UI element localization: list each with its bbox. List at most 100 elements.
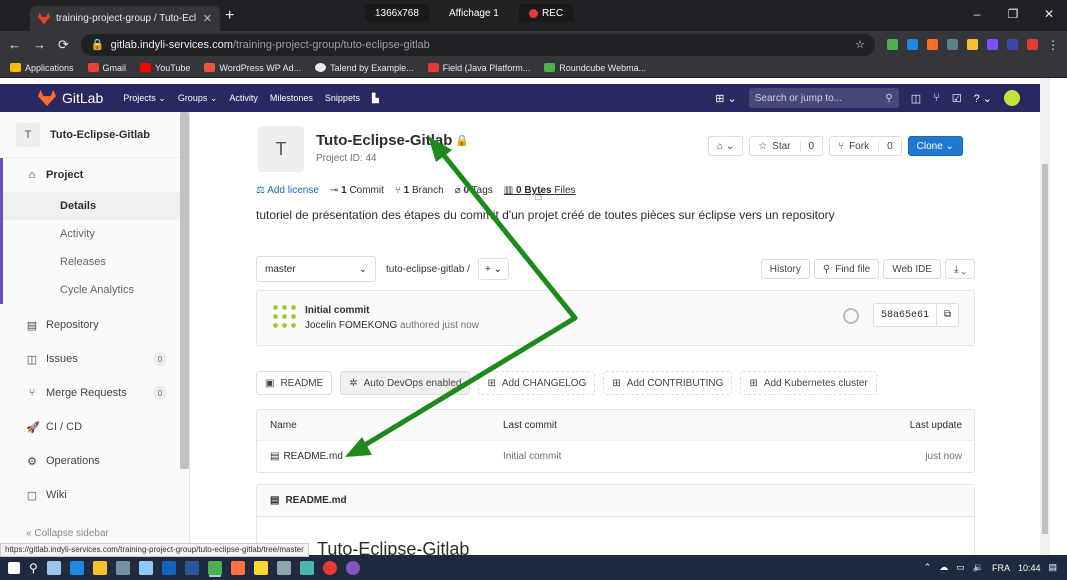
chrome-icon[interactable] xyxy=(207,560,222,575)
bookmark-applications[interactable]: Applications xyxy=(10,63,74,73)
cloud-icon[interactable]: ☁ xyxy=(939,562,948,573)
file-name[interactable]: README.md xyxy=(283,451,342,462)
bookmark-field-java[interactable]: Field (Java Platform... xyxy=(427,63,530,73)
language-indicator[interactable]: FRA xyxy=(992,563,1010,573)
gitlab-logo[interactable]: GitLab xyxy=(0,90,103,106)
mail-icon[interactable] xyxy=(138,560,153,575)
clone-button[interactable]: Clone ⌄ xyxy=(907,136,963,156)
firefox-icon[interactable] xyxy=(230,560,245,575)
nav-projects[interactable]: Projects ⌄ xyxy=(123,93,166,104)
collapse-sidebar-button[interactable]: « Collapse sidebar xyxy=(26,528,109,539)
pipeline-status-icon[interactable] xyxy=(843,308,859,324)
sidebar-scrollbar[interactable] xyxy=(180,112,189,469)
notifications-icon[interactable]: ▤ xyxy=(1048,562,1057,573)
branch-select[interactable]: master ⌄ xyxy=(256,256,376,282)
word-icon[interactable] xyxy=(184,560,199,575)
star-button[interactable]: ☆ Star 0 xyxy=(749,136,824,156)
add-file-dropdown[interactable]: + ⌄ xyxy=(477,258,509,280)
bookmark-star-icon[interactable]: ☆ xyxy=(855,38,865,51)
commit-author[interactable]: Jocelin FOMEKONG xyxy=(305,320,397,331)
history-button[interactable]: History xyxy=(760,259,810,279)
url-input[interactable]: 🔒 gitlab.indyli-services.com/training-pr… xyxy=(80,33,875,56)
volume-icon[interactable]: 🔉 xyxy=(973,562,984,573)
extension-icon[interactable] xyxy=(887,39,898,50)
nav-activity[interactable]: Activity xyxy=(229,93,258,104)
sidebar-project-header[interactable]: T Tuto-Eclipse-Gitlab xyxy=(0,112,189,158)
add-license-link[interactable]: ⚖ Add license xyxy=(256,185,319,196)
commit-sha-text[interactable]: 58a65e61 xyxy=(874,310,936,321)
recorder-rec[interactable]: REC xyxy=(518,4,574,22)
maximize-button[interactable]: ❐ xyxy=(995,0,1031,31)
edge-icon[interactable] xyxy=(69,560,84,575)
task-view-icon[interactable] xyxy=(46,560,61,575)
sidebar-sub-cycle-analytics[interactable]: Cycle Analytics xyxy=(0,276,189,304)
sidebar-item-repository[interactable]: ▤ Repository xyxy=(0,308,189,342)
app-icon[interactable] xyxy=(345,560,360,575)
extension-icon[interactable] xyxy=(1007,39,1018,50)
files-link[interactable]: ▥ 0 Bytes Files xyxy=(504,185,576,196)
sidebar-sub-activity[interactable]: Activity xyxy=(0,220,189,248)
commits-link[interactable]: ⊸ 1 Commit xyxy=(330,185,384,196)
new-plus-icon[interactable]: ⊞ ⌄ xyxy=(715,92,737,105)
extension-icon[interactable] xyxy=(1027,39,1038,50)
sidebar-sub-releases[interactable]: Releases xyxy=(0,248,189,276)
issues-icon[interactable]: ◫ xyxy=(911,92,921,105)
menu-kebab-icon[interactable]: ⋮ xyxy=(1047,38,1059,52)
minimize-button[interactable]: – xyxy=(959,0,995,31)
branches-link[interactable]: ⑂ 1 Branch xyxy=(395,185,444,196)
bookmark-youtube[interactable]: YouTube xyxy=(140,63,190,73)
sidebar-item-project[interactable]: ⌂ Project xyxy=(0,158,189,192)
notification-button[interactable]: ⌂ ⌄ xyxy=(708,136,744,156)
notes-icon[interactable] xyxy=(253,560,268,575)
file-name-cell[interactable]: ▤ README.md xyxy=(257,451,503,462)
add-changelog-button[interactable]: ⊞ Add CHANGELOG xyxy=(478,371,596,395)
sidebar-item-ci-cd[interactable]: 🚀 CI / CD xyxy=(0,410,189,444)
readme-button[interactable]: ▣ README xyxy=(256,371,333,395)
reload-icon[interactable]: ⟳ xyxy=(58,37,69,53)
breadcrumb[interactable]: tuto-eclipse-gitlab / xyxy=(386,264,470,275)
sidebar-sub-details[interactable]: Details xyxy=(0,192,189,220)
store-icon[interactable] xyxy=(115,560,130,575)
app-icon[interactable] xyxy=(161,560,176,575)
recorder-icon[interactable] xyxy=(322,560,337,575)
extension-icon[interactable] xyxy=(987,39,998,50)
app-icon[interactable] xyxy=(299,560,314,575)
bookmark-talend[interactable]: Talend by Example... xyxy=(315,63,414,73)
sidebar-item-wiki[interactable]: ▢ Wiki xyxy=(0,478,189,512)
add-contributing-button[interactable]: ⊞ Add CONTRIBUTING xyxy=(603,371,733,395)
avatar[interactable] xyxy=(1004,90,1020,106)
fork-button[interactable]: ⑂ Fork 0 xyxy=(829,136,902,156)
recorder-display[interactable]: Affichage 1 xyxy=(428,4,519,22)
merge-requests-icon[interactable]: ⑂ xyxy=(933,92,940,104)
add-kubernetes-button[interactable]: ⊞ Add Kubernetes cluster xyxy=(740,371,877,395)
tags-link[interactable]: ⌀ 0 Tags xyxy=(455,185,493,196)
scrollbar-thumb[interactable] xyxy=(1042,164,1048,534)
help-icon[interactable]: ? ⌄ xyxy=(974,92,992,105)
find-file-button[interactable]: ⚲ Find file xyxy=(813,259,880,279)
search-icon[interactable]: ⚲ xyxy=(29,561,38,575)
forward-icon[interactable]: → xyxy=(33,37,46,52)
sidebar-item-merge-requests[interactable]: ⑂ Merge Requests 0 xyxy=(0,376,189,410)
nav-milestones[interactable]: Milestones xyxy=(270,93,313,104)
sidebar-item-operations[interactable]: ⚙ Operations xyxy=(0,444,189,478)
file-commit[interactable]: Initial commit xyxy=(503,451,834,462)
extension-icon[interactable] xyxy=(927,39,938,50)
extension-icon[interactable] xyxy=(967,39,978,50)
network-icon[interactable]: ▭ xyxy=(956,562,965,573)
bookmark-roundcube[interactable]: Roundcube Webma... xyxy=(544,63,646,73)
bookmark-wordpress[interactable]: WordPress WP Ad... xyxy=(204,63,301,73)
todos-icon[interactable]: ☑ xyxy=(952,92,962,105)
clock[interactable]: 10:44 xyxy=(1018,563,1041,573)
nav-groups[interactable]: Groups ⌄ xyxy=(178,93,218,104)
auto-devops-button[interactable]: ✲ Auto DevOps enabled xyxy=(340,371,471,395)
windows-start-icon[interactable] xyxy=(8,561,20,574)
download-dropdown[interactable]: ⤓ ⌄ xyxy=(945,259,975,279)
nav-snippets[interactable]: Snippets xyxy=(325,93,360,104)
commit-message[interactable]: Initial commit xyxy=(305,305,369,316)
back-icon[interactable]: ← xyxy=(8,37,21,52)
readme-file-name[interactable]: README.md xyxy=(285,495,346,506)
sidebar-item-issues[interactable]: ◫ Issues 0 xyxy=(0,342,189,376)
new-tab-button[interactable]: + xyxy=(225,7,234,25)
extension-icon[interactable] xyxy=(947,39,958,50)
page-scrollbar[interactable] xyxy=(1040,78,1050,555)
